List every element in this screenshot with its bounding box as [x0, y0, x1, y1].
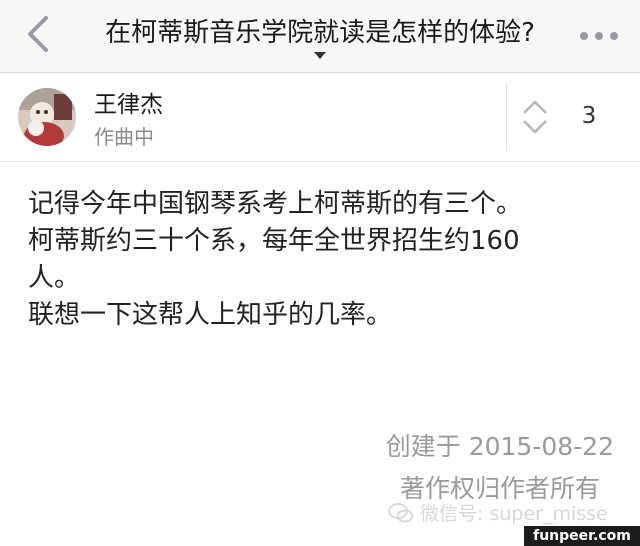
wechat-icon [388, 503, 414, 523]
page-title[interactable]: 在柯蒂斯音乐学院就读是怎样的体验? [80, 16, 560, 50]
author-bar: 王律杰 作曲中 3 [0, 73, 640, 162]
created-date: 创建于 2015-08-22 [385, 432, 614, 461]
site-tag: funpeer.com [524, 526, 640, 546]
answer-line: 记得今年中国钢琴系考上柯蒂斯的有三个。 [28, 189, 523, 219]
back-button[interactable] [18, 12, 62, 56]
vote-count: 3 [581, 103, 597, 129]
more-dots-icon [580, 32, 618, 40]
vote-button[interactable] [520, 97, 550, 137]
answer-line: 人。 [28, 263, 81, 293]
divider [506, 83, 507, 151]
avatar[interactable] [18, 88, 76, 146]
watermark-text: 微信号: super_misse [420, 503, 608, 525]
chevron-left-icon [28, 16, 48, 52]
watermark: 微信号: super_misse [388, 502, 608, 526]
author-name[interactable]: 王律杰 [94, 91, 163, 119]
nav-bar: 在柯蒂斯音乐学院就读是怎样的体验? [0, 0, 640, 73]
more-button[interactable] [574, 24, 624, 48]
caret-down-icon[interactable] [314, 52, 326, 59]
copyright-notice: 著作权归作者所有 [399, 474, 600, 503]
answer-line: 柯蒂斯约三十个系，每年全世界招生约160 [28, 226, 520, 256]
answer-line: 联想一下这帮人上知乎的几率。 [28, 300, 393, 330]
avatar-image [18, 88, 76, 146]
author-bio: 作曲中 [94, 125, 154, 149]
answer-body: 记得今年中国钢琴系考上柯蒂斯的有三个。 柯蒂斯约三十个系，每年全世界招生约160… [28, 186, 618, 334]
vote-arrows-icon [523, 100, 547, 134]
